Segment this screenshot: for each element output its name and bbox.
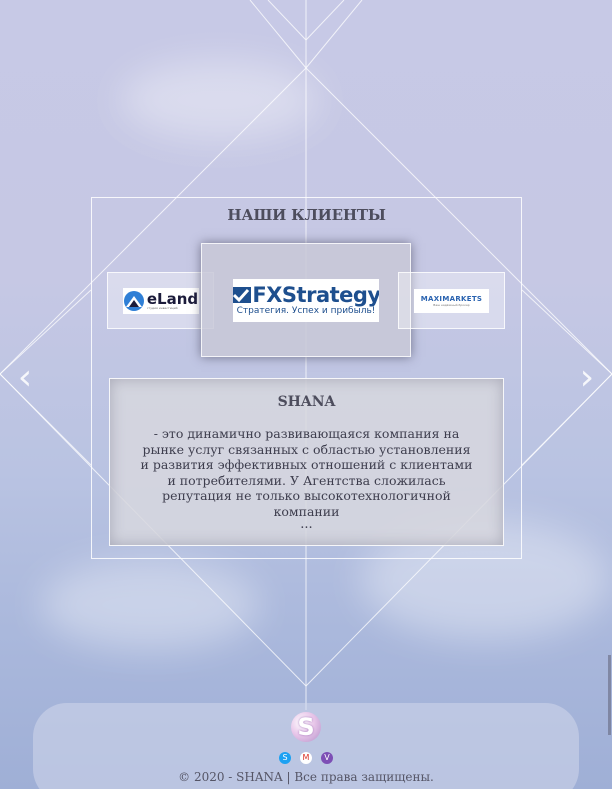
next-arrow-icon[interactable]: › — [575, 358, 599, 398]
description-company-name: SHANA — [277, 394, 336, 410]
section-title: НАШИ КЛИЕНТЫ — [227, 206, 386, 224]
fxstrategy-name: FXStrategy — [252, 282, 379, 307]
eland-subtitle: студия инвестиций — [146, 305, 178, 310]
client-card-eland[interactable]: eLand студия инвестиций — [107, 272, 214, 329]
client-card-maximarkets[interactable]: MAXIMARKETS Ваш надёжный брокер — [398, 272, 505, 329]
maximarkets-name: MAXIMARKETS — [420, 294, 483, 303]
prev-arrow-icon[interactable]: ‹ — [13, 358, 37, 398]
eland-name: eLand — [146, 289, 199, 308]
footer-logo[interactable]: S — [291, 712, 321, 742]
fxstrategy-logo: FXStrategy Стратегия. Успех и прибыль! — [233, 278, 379, 322]
description-text: - это динамично развивающаяся компания н… — [140, 426, 473, 519]
gmail-icon[interactable]: M — [300, 752, 312, 764]
fxstrategy-checkmark-icon — [233, 286, 252, 303]
copyright-text: © 2020 - SHANA | Все права защищены. — [178, 770, 434, 784]
eland-logo: eLand студия инвестиций — [122, 287, 199, 314]
maximarkets-logo: MAXIMARKETS Ваш надёжный брокер — [414, 288, 489, 313]
client-card-fxstrategy[interactable]: FXStrategy Стратегия. Успех и прибыль! — [201, 243, 411, 357]
maximarkets-subtitle: Ваш надёжный брокер — [433, 302, 470, 307]
eland-mountain-icon — [123, 290, 144, 311]
skype-icon[interactable]: S — [279, 752, 291, 764]
description-more-link[interactable]: ... — [109, 517, 504, 532]
fxstrategy-tagline: Стратегия. Успех и прибыль! — [236, 305, 376, 316]
scrollbar[interactable] — [608, 655, 611, 735]
viber-icon[interactable]: V — [321, 752, 333, 764]
